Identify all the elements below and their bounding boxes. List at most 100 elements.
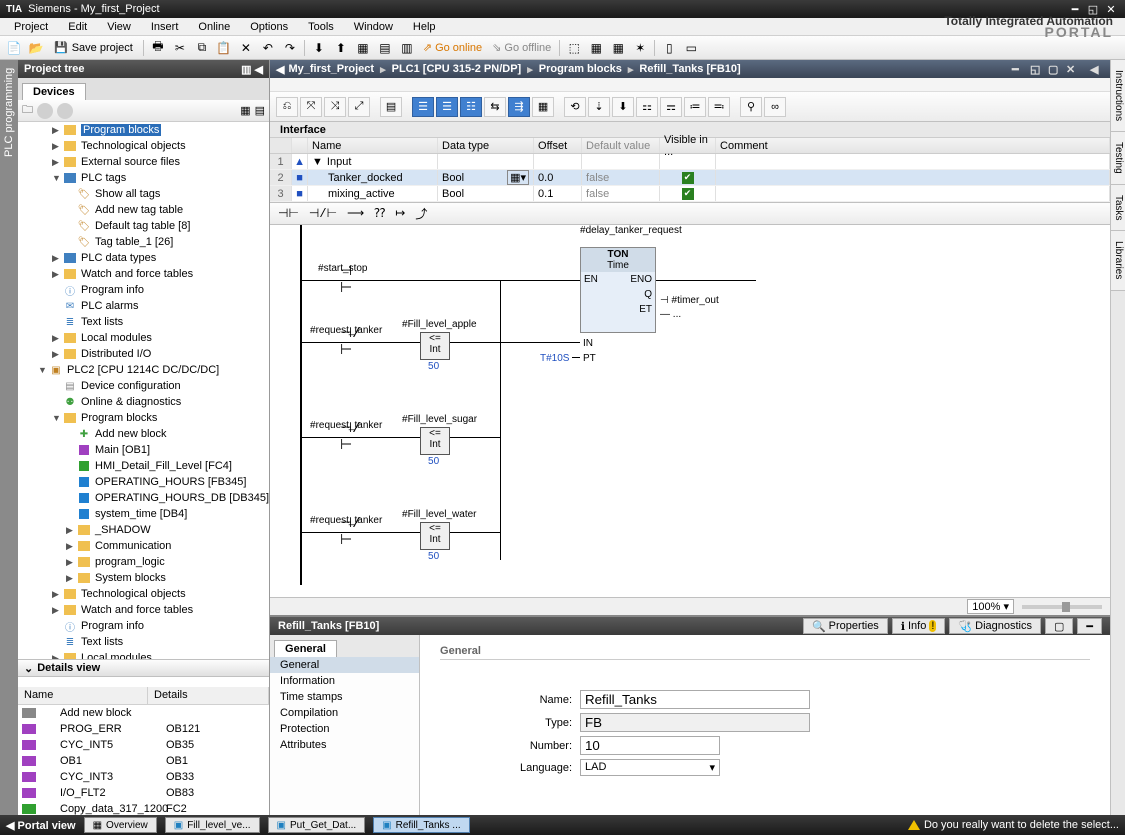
tab-diagnostics[interactable]: 🩺Diagnostics [949, 618, 1041, 634]
tree-view-icon-2[interactable]: ▤ [255, 104, 265, 117]
tab-info[interactable]: ℹInfo ! [892, 618, 946, 634]
details-col-name[interactable]: Name [18, 687, 148, 704]
tree-body[interactable]: ▶Program blocks ▶Technological objects ▶Ex… [18, 122, 269, 659]
menu-project[interactable]: Project [4, 21, 58, 33]
compare-block[interactable]: <=Int [420, 427, 450, 455]
prop-nav-item[interactable]: Protection [270, 721, 419, 737]
ton-block[interactable]: TONTime ENENO Q ET [580, 247, 656, 333]
tool-icon-5[interactable]: ▦ [586, 38, 606, 58]
details-row[interactable]: PROG_ERROB121 [18, 721, 269, 737]
tree-item[interactable]: ≣Text lists [18, 634, 269, 650]
iface-col-dtype[interactable]: Data type [438, 138, 534, 153]
ed-btn[interactable]: ⎌ [276, 97, 298, 117]
tree-item[interactable]: Main [OB1] [18, 442, 269, 458]
ed-btn[interactable]: ⚏ [636, 97, 658, 117]
menu-online[interactable]: Online [188, 21, 240, 33]
tree-item[interactable]: ⓘProgram info [18, 618, 269, 634]
tree-item[interactable]: ▶PLC data types [18, 250, 269, 266]
ladder-canvas[interactable]: #delay_tanker_request TONTime ENENO Q ET… [270, 225, 1110, 597]
go-online-button[interactable]: ⇗ Go online [419, 41, 486, 54]
tree-view-icon[interactable]: ▦ [240, 104, 250, 117]
tab-libraries[interactable]: Libraries [1111, 231, 1125, 290]
tool-icon-4[interactable]: ⬚ [564, 38, 584, 58]
lad-branch-close[interactable]: ⤴ [415, 205, 427, 222]
tool-icon-3[interactable]: ▥ [397, 38, 417, 58]
ed-btn[interactable]: ⤢ [348, 97, 370, 117]
menu-edit[interactable]: Edit [58, 21, 97, 33]
tool-icon[interactable]: ▦ [353, 38, 373, 58]
ed-btn[interactable]: ⚎ [660, 97, 682, 117]
details-row[interactable]: CYC_INT5OB35 [18, 737, 269, 753]
ed-btn[interactable]: ≔ [684, 97, 706, 117]
tree-item[interactable]: ▼PLC tags [18, 170, 269, 186]
editor-max-icon[interactable]: ◱ [1030, 63, 1044, 76]
ed-btn[interactable]: ⤧ [300, 97, 322, 117]
tree-item[interactable]: ▶Distributed I/O [18, 346, 269, 362]
ed-btn[interactable]: ☷ [460, 97, 482, 117]
prop-nav-item[interactable]: Attributes [270, 737, 419, 753]
nc-contact[interactable]: ⊣/⊢ [340, 427, 370, 447]
prop-nav-item[interactable]: Information [270, 673, 419, 689]
ed-btn[interactable]: ▦ [532, 97, 554, 117]
go-offline-button[interactable]: ⇘ Go offline [488, 41, 555, 54]
editor-fwd-icon[interactable]: ◀ [1090, 63, 1104, 76]
details-body[interactable]: Add new blockPROG_ERROB121CYC_INT5OB35OB… [18, 705, 269, 815]
tool-icon-6[interactable]: ▦ [608, 38, 628, 58]
bc-item[interactable]: Refill_Tanks [FB10] [639, 63, 740, 75]
tool-icon-2[interactable]: ▤ [375, 38, 395, 58]
tree-item[interactable]: ▶_SHADOW [18, 522, 269, 538]
tree-item[interactable]: ▶Technological objects [18, 586, 269, 602]
sb-tab-refill[interactable]: ▣ Refill_Tanks ... [373, 817, 469, 833]
details-row[interactable]: I/O_FLT2OB83 [18, 785, 269, 801]
menu-help[interactable]: Help [403, 21, 446, 33]
copy-icon[interactable]: ⧉ [192, 38, 212, 58]
delete-icon[interactable]: ✕ [236, 38, 256, 58]
zoom-slider[interactable] [1022, 605, 1102, 609]
ed-btn[interactable]: ☰ [412, 97, 434, 117]
editor-restore-icon[interactable]: ▢ [1048, 63, 1062, 76]
tree-item[interactable]: ▶External source files [18, 154, 269, 170]
zoom-select[interactable]: 100% ▾ [967, 599, 1014, 614]
lad-coil[interactable]: ⟶ [347, 206, 364, 221]
iface-col-comment[interactable]: Comment [716, 138, 1110, 153]
compare-block[interactable]: <=Int [420, 332, 450, 360]
sb-tab-putget[interactable]: ▣ Put_Get_Dat... [268, 817, 366, 833]
tree-item[interactable]: ✉PLC alarms [18, 298, 269, 314]
lad-box[interactable]: ⁇ [374, 206, 385, 221]
details-row[interactable]: OB1OB1 [18, 753, 269, 769]
nc-contact[interactable]: ⊣/⊢ [340, 332, 370, 352]
tree-item[interactable]: ✚Add new block [18, 426, 269, 442]
bc-back-icon[interactable]: ◀ [276, 63, 284, 76]
tree-item[interactable]: ▤Device configuration [18, 378, 269, 394]
tool-icon-7[interactable]: ✶ [630, 38, 650, 58]
tree-item[interactable]: ▶Watch and force tables [18, 266, 269, 282]
tab-tasks[interactable]: Tasks [1111, 185, 1125, 232]
details-row[interactable]: CYC_INT3OB33 [18, 769, 269, 785]
ed-btn[interactable]: ∞ [764, 97, 786, 117]
tree-item[interactable]: HMI_Detail_Fill_Level [FC4] [18, 458, 269, 474]
tree-item[interactable]: system_time [DB4] [18, 506, 269, 522]
menu-window[interactable]: Window [344, 21, 403, 33]
tree-collapse-icon[interactable]: ▥ ◀ [241, 63, 263, 76]
tree-item[interactable]: 🏷Tag table_1 [26] [18, 234, 269, 250]
interface-row[interactable]: 3■mixing_activeBool0.1false✔ [270, 186, 1110, 202]
no-contact[interactable]: ⊣ ⊢ [340, 270, 370, 290]
prop-win-icon[interactable]: ▢ [1045, 618, 1073, 634]
prop-left-tab[interactable]: General [274, 640, 337, 657]
checkbox-icon[interactable]: ✔ [682, 172, 694, 184]
iface-col-visible[interactable]: Visible in ... [660, 138, 716, 153]
tree-item[interactable]: ▶Program blocks [18, 122, 269, 138]
prop-nav-item[interactable]: General [270, 657, 419, 673]
details-row[interactable]: Add new block [18, 705, 269, 721]
tree-item[interactable]: 🏷Default tag table [8] [18, 218, 269, 234]
menu-tools[interactable]: Tools [298, 21, 344, 33]
prop-name-input[interactable] [580, 690, 810, 709]
details-row[interactable]: Copy_data_317_1200FC2 [18, 801, 269, 815]
redo-icon[interactable]: ↷ [280, 38, 300, 58]
menu-options[interactable]: Options [240, 21, 298, 33]
tab-properties[interactable]: 🔍Properties [803, 618, 888, 634]
tree-item[interactable]: OPERATING_HOURS [FB345] [18, 474, 269, 490]
ed-btn[interactable]: ⚲ [740, 97, 762, 117]
tree-item[interactable]: ▼▣PLC2 [CPU 1214C DC/DC/DC] [18, 362, 269, 378]
tree-item[interactable]: 🏷Add new tag table [18, 202, 269, 218]
